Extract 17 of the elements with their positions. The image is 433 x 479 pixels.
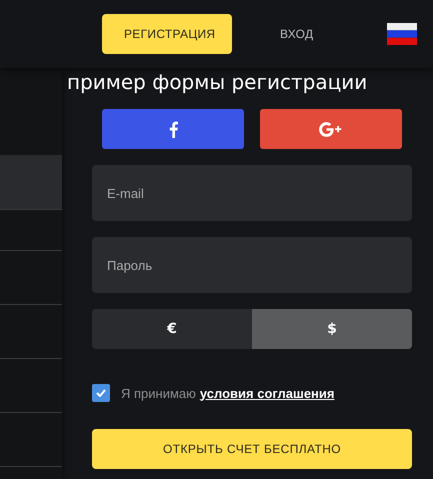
- open-account-button[interactable]: ОТКРЫТЬ СЧЕТ БЕСПЛАТНО: [92, 429, 412, 469]
- sidebar-item[interactable]: [0, 155, 62, 210]
- terms-link[interactable]: условия соглашения: [200, 386, 334, 400]
- agreement-text: Я принимаю: [121, 386, 196, 400]
- currency-option[interactable]: $: [252, 309, 412, 349]
- facebook-button[interactable]: [102, 109, 244, 149]
- register-tab[interactable]: РЕГИСТРАЦИЯ: [102, 14, 232, 54]
- check-icon: [96, 389, 106, 397]
- facebook-icon: [168, 120, 178, 138]
- checkbox[interactable]: [92, 384, 110, 402]
- flag-icon[interactable]: [387, 23, 417, 45]
- form-title: пример формы регистрации: [66, 69, 368, 96]
- google-plus-icon: [319, 122, 343, 136]
- google-plus-button[interactable]: [260, 109, 402, 149]
- login-tab[interactable]: ВХОД: [258, 14, 336, 54]
- input-field[interactable]: Пароль: [92, 237, 412, 293]
- input-field[interactable]: E-mail: [92, 165, 412, 221]
